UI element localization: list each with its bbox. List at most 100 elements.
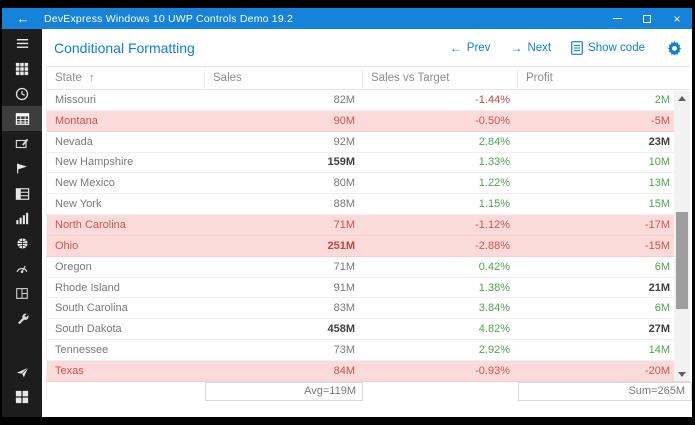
cell-state: Oregon (47, 257, 205, 277)
cell-profit: -15M (518, 236, 690, 256)
scrollbar-thumb[interactable] (676, 212, 688, 309)
column-header-sales-vs-target[interactable]: Sales vs Target (363, 67, 518, 89)
settings-button[interactable] (667, 40, 682, 55)
bar-chart-icon (15, 212, 29, 225)
sidebar-item-map[interactable] (2, 231, 42, 256)
sidebar-item-share[interactable] (2, 359, 42, 384)
data-grid: State ↑ Sales Sales vs Target Profit Mis… (46, 66, 690, 400)
sidebar-item-apps[interactable] (2, 56, 42, 81)
cell-profit: 23M (518, 132, 690, 152)
table-row[interactable]: New Mexico 80M 1.22% 13M (47, 173, 690, 194)
next-label: Next (527, 42, 551, 54)
cell-sales-vs-target: 1.38% (363, 278, 518, 298)
treelist-icon (15, 187, 30, 201)
cell-state: Ohio (47, 236, 205, 256)
table-row[interactable]: New York 88M 1.15% 15M (47, 194, 690, 215)
column-header-label: Sales vs Target (371, 72, 449, 84)
cell-sales: 83M (205, 298, 363, 318)
table-row[interactable]: Texas 84M -0.93% -20M (47, 361, 690, 382)
cell-profit: -17M (518, 215, 690, 235)
prev-label: Prev (467, 42, 491, 54)
show-code-label: Show code (588, 42, 645, 54)
table-row[interactable]: South Carolina 83M 3.84% 6M (47, 298, 690, 319)
cell-state: New Mexico (47, 173, 205, 193)
maximize-button[interactable] (632, 8, 662, 29)
cell-sales-vs-target: -1.12% (363, 215, 518, 235)
table-row[interactable]: North Carolina 71M -1.12% -17M (47, 215, 690, 236)
sort-ascending-icon: ↑ (89, 72, 95, 84)
column-header-sales[interactable]: Sales (205, 67, 363, 89)
cell-sales-vs-target: -0.50% (363, 111, 518, 131)
column-header-label: Sales (213, 72, 242, 84)
column-header-profit[interactable]: Profit (518, 67, 690, 89)
vertical-scrollbar[interactable] (674, 91, 690, 381)
close-button[interactable]: × (662, 8, 692, 29)
flag-icon (15, 162, 29, 175)
sidebar-item-reports[interactable] (2, 156, 42, 181)
column-header-label: Profit (526, 72, 553, 84)
sidebar-item-recent[interactable] (2, 81, 42, 106)
cell-profit: 2M (518, 90, 690, 110)
clock-icon (15, 87, 29, 101)
show-code-button[interactable]: Show code (571, 41, 645, 55)
sidebar-item-data-grid[interactable] (2, 106, 42, 131)
cell-sales: 91M (205, 278, 363, 298)
table-row[interactable]: Missouri 82M -1.44% 2M (47, 90, 690, 111)
cell-state: South Dakota (47, 319, 205, 339)
cell-profit: 13M (518, 173, 690, 193)
code-document-icon (571, 41, 583, 55)
scroll-down-button[interactable] (674, 367, 690, 381)
back-arrow-icon: ← (17, 11, 30, 26)
table-row[interactable]: Rhode Island 91M 1.38% 21M (47, 278, 690, 299)
cell-sales-vs-target: 2.92% (363, 340, 518, 360)
footer-cell-sales-summary: Avg=119M (205, 382, 363, 401)
page-title: Conditional Formatting (54, 40, 195, 56)
sidebar-item-tiles[interactable] (2, 384, 42, 409)
sidebar-item-gauges[interactable] (2, 256, 42, 281)
cell-sales-vs-target: 4.82% (363, 319, 518, 339)
sidebar-item-treelist[interactable] (2, 181, 42, 206)
cell-state: North Carolina (47, 215, 205, 235)
back-button[interactable]: ← (2, 8, 44, 29)
grid-rows: Missouri 82M -1.44% 2M Montana 90M -0.50… (47, 90, 690, 382)
cell-sales: 458M (205, 319, 363, 339)
prev-button[interactable]: ← Prev (450, 41, 491, 55)
table-row[interactable]: South Dakota 458M 4.82% 27M (47, 319, 690, 340)
column-header-state[interactable]: State ↑ (47, 67, 205, 89)
cell-sales: 92M (205, 132, 363, 152)
cell-profit: 6M (518, 298, 690, 318)
footer-cell-state (47, 382, 205, 401)
sidebar-item-editors[interactable] (2, 131, 42, 156)
minimize-button[interactable] (602, 8, 632, 29)
cell-state: Texas (47, 361, 205, 381)
titlebar: ← DevExpress Windows 10 UWP Controls Dem… (2, 8, 692, 29)
cell-sales-vs-target: 1.22% (363, 173, 518, 193)
table-row[interactable]: Ohio 251M -2.88% -15M (47, 236, 690, 257)
table-row[interactable]: Tennessee 73M 2.92% 14M (47, 340, 690, 361)
cell-sales-vs-target: -2.88% (363, 236, 518, 256)
table-row[interactable]: New Hampshire 159M 1.33% 10M (47, 153, 690, 174)
next-button[interactable]: → Next (510, 41, 551, 55)
cell-state: Rhode Island (47, 278, 205, 298)
cell-sales: 80M (205, 173, 363, 193)
table-row[interactable]: Oregon 71M 0.42% 6M (47, 257, 690, 278)
sidebar-item-charts[interactable] (2, 206, 42, 231)
cell-sales: 73M (205, 340, 363, 360)
cell-profit: 10M (518, 153, 690, 173)
sidebar-item-layout[interactable] (2, 281, 42, 306)
cell-profit: 21M (518, 278, 690, 298)
cell-state: New Hampshire (47, 153, 205, 173)
window-controls: × (602, 8, 692, 29)
cell-sales-vs-target: -1.44% (363, 90, 518, 110)
cell-state: New York (47, 194, 205, 214)
table-row[interactable]: Montana 90M -0.50% -5M (47, 111, 690, 132)
tiles-icon (15, 390, 29, 404)
gear-icon (667, 40, 682, 55)
cell-profit: 14M (518, 340, 690, 360)
scrollbar-track[interactable] (674, 105, 690, 367)
sidebar-item-utils[interactable] (2, 306, 42, 331)
table-row[interactable]: Nevada 92M 2.84% 23M (47, 132, 690, 153)
scroll-up-button[interactable] (674, 91, 690, 105)
sidebar-item-menu[interactable] (2, 31, 42, 56)
grid-footer-row: Avg=119M Sum=265M (47, 382, 690, 401)
